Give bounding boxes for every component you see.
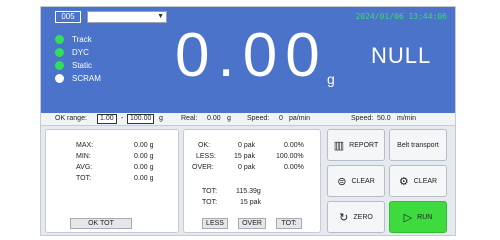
belt-transport-button[interactable]: Belt transport: [389, 129, 447, 161]
ok-count-pak: 0 pak: [238, 142, 256, 149]
max-label: MAX:: [76, 142, 94, 149]
package-count-panel: OK: 0 pak 0.00% LESS: 15 pak 100.00% OVE…: [183, 129, 321, 233]
over-button[interactable]: OVER: [238, 218, 266, 229]
real-label: Real:: [181, 115, 198, 122]
weight-display-header: 005 ▼ 2024/01/06 13:44:06 Track DYC Stat…: [41, 7, 455, 113]
ok-count-label: OK:: [198, 142, 211, 149]
status-scram: SCRAM: [55, 72, 101, 84]
speed-label: Speed:: [247, 115, 270, 122]
less-count-pak: 15 pak: [234, 153, 256, 160]
range-dash: -: [121, 115, 124, 122]
weight-unit: g: [327, 71, 335, 87]
gear-icon: ⚙: [398, 175, 409, 188]
ok-count-pct: 0.00%: [284, 142, 304, 149]
chevron-down-icon: ▼: [157, 13, 164, 20]
status-label: SCRAM: [72, 73, 101, 83]
ok-max-input[interactable]: 100.00: [127, 114, 155, 124]
clear-count-label: CLEAR: [351, 177, 375, 185]
status-static: Static: [55, 59, 101, 71]
speed-unit: pa/min: [289, 115, 311, 122]
zero-button[interactable]: ↻ ZERO: [327, 201, 385, 233]
weight-readout: 0.00: [175, 21, 328, 90]
total-pak-value: 15 pak: [240, 199, 262, 206]
tot-button-label: TOT:: [281, 220, 297, 227]
ok-min-input[interactable]: 1.00: [97, 114, 117, 124]
result-status: NULL: [371, 43, 432, 68]
status-label: Static: [72, 60, 93, 70]
clear-count-button[interactable]: ⊜ CLEAR: [327, 165, 385, 197]
status-dot-icon: [55, 34, 64, 44]
avg-value: 0.00 g: [134, 164, 154, 171]
status-dyc: DYC: [55, 46, 101, 58]
tot-label: TOT:: [76, 175, 92, 182]
avg-label: AVG:: [76, 164, 93, 171]
min-label: MIN:: [76, 153, 91, 160]
product-dropdown[interactable]: ▼: [87, 11, 167, 23]
status-label: Track: [72, 34, 92, 44]
real-value: 0.00: [207, 115, 221, 122]
status-dot-icon: [55, 73, 64, 83]
device-id-box[interactable]: 005: [55, 11, 81, 23]
max-value: 0.00 g: [134, 142, 154, 149]
belt-transport-label: Belt transport: [397, 141, 439, 149]
over-count-pak: 0 pak: [238, 164, 256, 171]
belt-speed-value: 50.0: [377, 115, 391, 122]
less-count-label: LESS:: [196, 153, 216, 160]
status-list: Track DYC Static SCRAM: [55, 33, 101, 85]
total-pak-label: TOT:: [202, 199, 218, 206]
belt-speed-unit: m/min: [397, 115, 417, 122]
clear-settings-label: CLEAR: [413, 177, 438, 185]
play-icon: ▷: [403, 211, 413, 224]
total-weight-value: 115.39g: [236, 188, 261, 195]
belt-speed-label: Speed:: [351, 115, 374, 122]
total-weight-label: TOT:: [202, 188, 218, 195]
status-dot-icon: [55, 47, 64, 57]
over-count-label: OVER:: [192, 164, 214, 171]
min-value: 0.00 g: [134, 153, 154, 160]
report-button-label: REPORT: [349, 141, 379, 149]
weight-stats-panel: MAX: 0.00 g MIN: 0.00 g AVG: 0.00 g TOT:…: [45, 129, 179, 233]
run-button[interactable]: ▷ RUN: [389, 201, 447, 233]
ok-tot-label: OK TOT: [88, 220, 114, 227]
refresh-icon: ↻: [339, 211, 349, 224]
over-button-label: OVER: [242, 220, 262, 227]
over-count-pct: 0.00%: [284, 164, 304, 171]
status-label: DYC: [72, 47, 89, 57]
clear-settings-button[interactable]: ⚙ CLEAR: [389, 165, 447, 197]
scale-screen: 005 ▼ 2024/01/06 13:44:06 Track DYC Stat…: [40, 6, 456, 236]
real-unit: g: [227, 115, 231, 122]
ok-unit: g: [159, 115, 163, 122]
status-dot-icon: [55, 60, 64, 70]
bar-chart-icon: ▥: [333, 139, 345, 152]
info-bar: OK range: 1.00 - 100.00 g Real: 0.00 g S…: [41, 113, 455, 126]
speed-value: 0: [279, 115, 283, 122]
zero-button-label: ZERO: [353, 213, 373, 221]
tot-value: 0.00 g: [134, 175, 154, 182]
status-track: Track: [55, 33, 101, 45]
datetime: 2024/01/06 13:44:06: [355, 12, 447, 21]
less-button[interactable]: LESS: [202, 218, 228, 229]
eraser-icon: ⊜: [337, 175, 347, 188]
run-button-label: RUN: [417, 213, 433, 221]
tot-button[interactable]: TOT:: [276, 218, 302, 229]
ok-range-label: OK range:: [55, 115, 87, 122]
report-button[interactable]: ▥ REPORT: [327, 129, 385, 161]
ok-tot-button[interactable]: OK TOT: [70, 218, 132, 229]
less-button-label: LESS: [206, 220, 224, 227]
less-count-pct: 100.00%: [276, 153, 304, 160]
